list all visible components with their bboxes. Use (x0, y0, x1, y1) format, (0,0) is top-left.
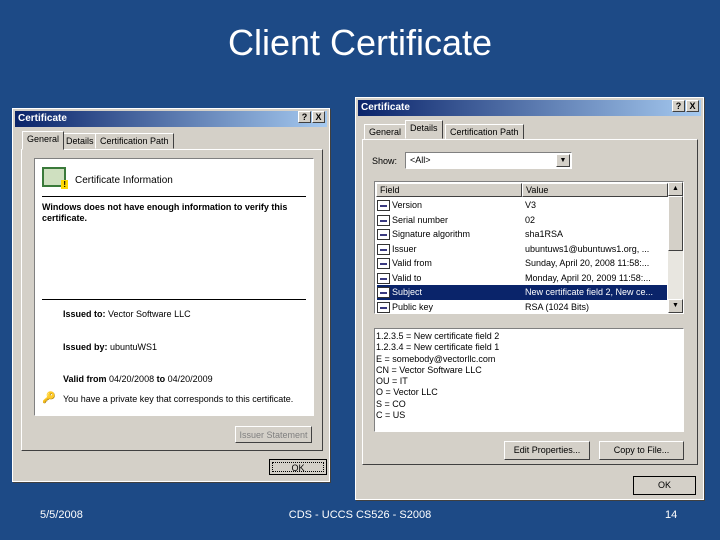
show-value: <All> (410, 155, 431, 165)
slide-title: Client Certificate (227, 22, 493, 63)
field-name: Subject (392, 287, 423, 297)
column-value[interactable]: Value (522, 183, 668, 197)
valid-to-label: to (156, 374, 166, 384)
field-value: RSA (1024 Bits) (525, 301, 590, 312)
valid-to: 04/20/2009 (167, 374, 213, 384)
issued-by-value: ubuntuWS1 (110, 342, 158, 352)
help-button[interactable]: ? (298, 111, 311, 123)
issued-to-label: Issued to: (63, 309, 106, 319)
field-icon (377, 229, 390, 241)
field-name: Version (392, 200, 423, 210)
issuer-statement-button[interactable]: Issuer Statement (235, 426, 312, 443)
close-button[interactable]: X (312, 111, 325, 123)
field-name: Signature algorithm (392, 229, 471, 239)
list-item[interactable]: Issuer ubuntuws1@ubuntuws1.org, ... (377, 242, 667, 257)
warning-text: Windows does not have enough information… (42, 202, 288, 223)
field-icon (377, 200, 390, 212)
tab-details[interactable]: Details (61, 133, 99, 149)
field-name: Public key (392, 301, 434, 312)
list-item[interactable]: Version V3 (377, 198, 667, 213)
detail-line: E = somebody@vectorllc.com (376, 353, 496, 364)
detail-line: 1.2.3.4 = New certificate field 1 (376, 342, 500, 353)
private-key-text: You have a private key that corresponds … (63, 394, 294, 404)
detail-line: S = CO (376, 398, 406, 409)
scrollbar[interactable]: ▲ ▼ (668, 182, 683, 313)
certificate-dialog-general: Certificate ? X General Details Certific… (12, 108, 330, 482)
scroll-down-icon[interactable]: ▼ (668, 299, 683, 313)
field-value: ubuntuws1@ubuntuws1.org, ... (525, 243, 650, 254)
issued-to-value: Vector Software LLC (108, 309, 191, 319)
field-icon (377, 214, 390, 226)
detail-line: C = US (376, 410, 406, 421)
edit-properties-button[interactable]: Edit Properties... (504, 441, 590, 460)
key-icon: 🔑 (42, 392, 56, 404)
tab-details[interactable]: Details (405, 120, 443, 139)
field-icon (377, 301, 390, 313)
field-icon (377, 287, 390, 299)
title-bar: Certificate (15, 111, 327, 127)
field-icon (377, 243, 390, 255)
field-value: 02 (525, 214, 536, 225)
field-value: New certificate field 2, New ce... (525, 287, 654, 297)
field-name: Issuer (392, 243, 417, 254)
copy-to-file-button[interactable]: Copy to File... (599, 441, 684, 460)
chevron-down-icon[interactable]: ▼ (556, 154, 570, 167)
detail-line: OU = IT (376, 376, 408, 387)
list-item[interactable]: Subject New certificate field 2, New ce..… (377, 285, 667, 300)
field-value: Sunday, April 20, 2008 11:58:... (525, 258, 650, 268)
certificate-dialog-details: Certificate ? X General Details Certific… (355, 97, 704, 500)
field-name: Serial number (392, 214, 449, 225)
list-item[interactable]: Valid from Sunday, April 20, 2008 11:58:.… (377, 256, 667, 271)
detail-line: 1.2.3.5 = New certificate field 2 (376, 331, 500, 341)
field-icon (377, 258, 390, 270)
info-panel: ! Certificate Information Windows does n… (34, 158, 314, 416)
slide-footer: CDS - UCCS CS526 - S2008 (288, 509, 432, 521)
valid-label: Valid from (63, 374, 107, 384)
field-name: Valid to (392, 272, 422, 283)
detail-line: CN = Vector Software LLC (376, 364, 482, 375)
certificate-warning-icon: ! (42, 167, 68, 189)
ok-button[interactable]: OK (269, 459, 327, 475)
help-button[interactable]: ? (672, 100, 685, 112)
tab-general[interactable]: General (364, 124, 407, 140)
dialog-title: Certificate (18, 113, 67, 124)
field-value: Monday, April 20, 2009 11:58:... (525, 272, 651, 283)
dialog-title: Certificate (361, 102, 410, 113)
show-dropdown[interactable]: <All> ▼ (405, 152, 572, 169)
field-name: Valid from (392, 258, 432, 268)
scroll-thumb[interactable] (668, 196, 683, 251)
list-item[interactable]: Valid to Monday, April 20, 2009 11:58:... (377, 271, 667, 286)
close-button[interactable]: X (686, 100, 699, 112)
tab-certification-path[interactable]: Certification Path (95, 133, 174, 149)
column-field[interactable]: Field (376, 183, 522, 197)
issued-by-label: Issued by: (63, 342, 108, 352)
detail-line: O = Vector LLC (376, 387, 438, 398)
list-item[interactable]: Public key RSA (1024 Bits) (377, 300, 667, 314)
slide-number: 14 (665, 509, 678, 521)
title-bar: Certificate (358, 100, 701, 116)
list-item[interactable]: Serial number 02 (377, 213, 667, 228)
tab-certification-path[interactable]: Certification Path (445, 124, 524, 140)
show-label: Show: (372, 156, 398, 166)
field-value: V3 (525, 200, 537, 210)
valid-from: 04/20/2008 (109, 374, 155, 384)
tab-general[interactable]: General (22, 131, 65, 150)
detail-box[interactable]: 1.2.3.5 = New certificate field 2 1.2.3.4… (374, 328, 684, 432)
info-heading: Certificate Information (75, 175, 173, 186)
field-icon (377, 272, 390, 284)
ok-button[interactable]: OK (633, 476, 696, 495)
fields-list[interactable]: Field Value Version V3 Serial number 02 Sign… (374, 181, 684, 314)
list-item[interactable]: Signature algorithm sha1RSA (377, 227, 667, 242)
scroll-up-icon[interactable]: ▲ (668, 182, 683, 196)
field-value: sha1RSA (525, 229, 564, 239)
